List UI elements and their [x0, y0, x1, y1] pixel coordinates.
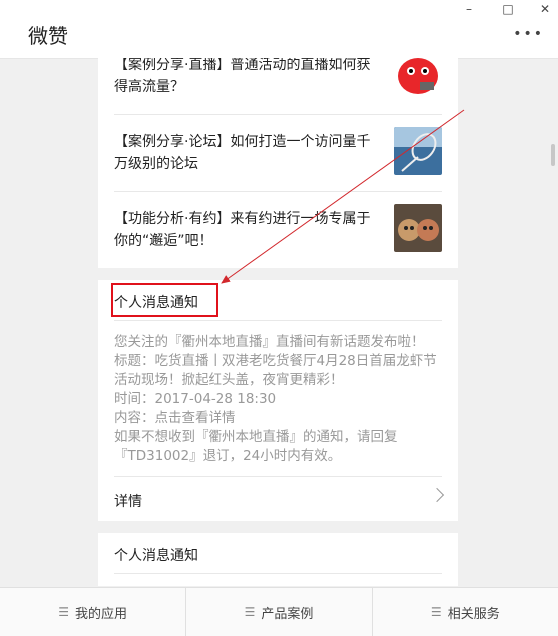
chevron-right-icon: [429, 487, 445, 503]
tab-label: 相关服务: [447, 606, 500, 622]
notification-card: 个人消息通知 您关注的『衢州本地直播』直播间有新话题发布啦！ 标题：吃货直播丨双…: [98, 280, 458, 521]
highlight-box: [111, 283, 218, 317]
notification-body: 您关注的『衢州本地直播』直播间有新话题发布啦！ 标题：吃货直播丨双港老吃货餐厅4…: [114, 321, 442, 477]
app-title: 微赞: [28, 24, 68, 48]
notification-line: 时间：2017-04-28 18:30: [114, 391, 277, 407]
menu-icon: ☰: [430, 605, 442, 619]
close-button[interactable]: ✕: [532, 2, 558, 18]
notification-title: 个人消息通知: [114, 548, 198, 564]
notification-header: 个人消息通知: [111, 280, 442, 321]
article-item-3[interactable]: 【功能分析·有约】来有约进行一场专属于你的“邂逅”吧！: [114, 192, 442, 268]
title-bar: 微赞 – □ ✕ •••: [0, 0, 558, 59]
article-item-2[interactable]: 【案例分享·论坛】如何打造一个访问量千万级别的论坛: [114, 115, 442, 192]
tab-label: 我的应用: [75, 606, 128, 622]
notification-line: 您关注的『衢州本地直播』直播间有新话题发布啦！: [114, 334, 425, 350]
article-title: 【功能分析·有约】来有约进行一场专属于你的“邂逅”吧！: [114, 211, 371, 249]
notification-line: 内容：点击查看详情: [114, 410, 236, 426]
detail-label: 详情: [114, 494, 142, 510]
tab-label: 产品案例: [261, 606, 314, 622]
article-title: 【案例分享·直播】普通活动的直播如何获得高流量？: [114, 58, 371, 95]
maximize-button[interactable]: □: [495, 2, 521, 18]
notification-header: 个人消息通知: [114, 533, 442, 574]
notification-line: 如果不想收到『衢州本地直播』的通知，请回复『TD31002』退订，24小时内有效…: [114, 429, 398, 464]
red-mascot-image: [394, 58, 442, 94]
notification-line: 标题：吃货直播丨双港老吃货餐厅4月28日首届龙虾节活动现场！掀起红头盖，夜宵更精…: [114, 353, 437, 388]
tab-related-services[interactable]: ☰ 相关服务: [373, 588, 558, 636]
notification-card-2: 个人消息通知: [98, 533, 458, 586]
scrollbar-thumb[interactable]: [551, 144, 555, 166]
main-feed: 【案例分享·直播】普通活动的直播如何获得高流量？ 【案例分享·论坛】如何打造一个…: [98, 58, 458, 586]
menu-icon: ☰: [58, 605, 70, 619]
article-title: 【案例分享·论坛】如何打造一个访问量千万级别的论坛: [114, 134, 371, 172]
minimize-button[interactable]: –: [456, 2, 482, 18]
tab-product-cases[interactable]: ☰ 产品案例: [186, 588, 373, 636]
article-item-1[interactable]: 【案例分享·直播】普通活动的直播如何获得高流量？: [114, 58, 442, 115]
detail-link[interactable]: 详情: [114, 477, 445, 521]
bottom-nav: ☰ 我的应用 ☰ 产品案例 ☰ 相关服务: [0, 587, 558, 636]
article-list: 【案例分享·直播】普通活动的直播如何获得高流量？ 【案例分享·论坛】如何打造一个…: [98, 58, 458, 268]
tab-my-apps[interactable]: ☰ 我的应用: [0, 588, 187, 636]
menu-icon: ☰: [244, 605, 256, 619]
apples-image: [394, 204, 442, 252]
more-options-icon[interactable]: •••: [513, 26, 544, 42]
badminton-image: [394, 127, 442, 175]
